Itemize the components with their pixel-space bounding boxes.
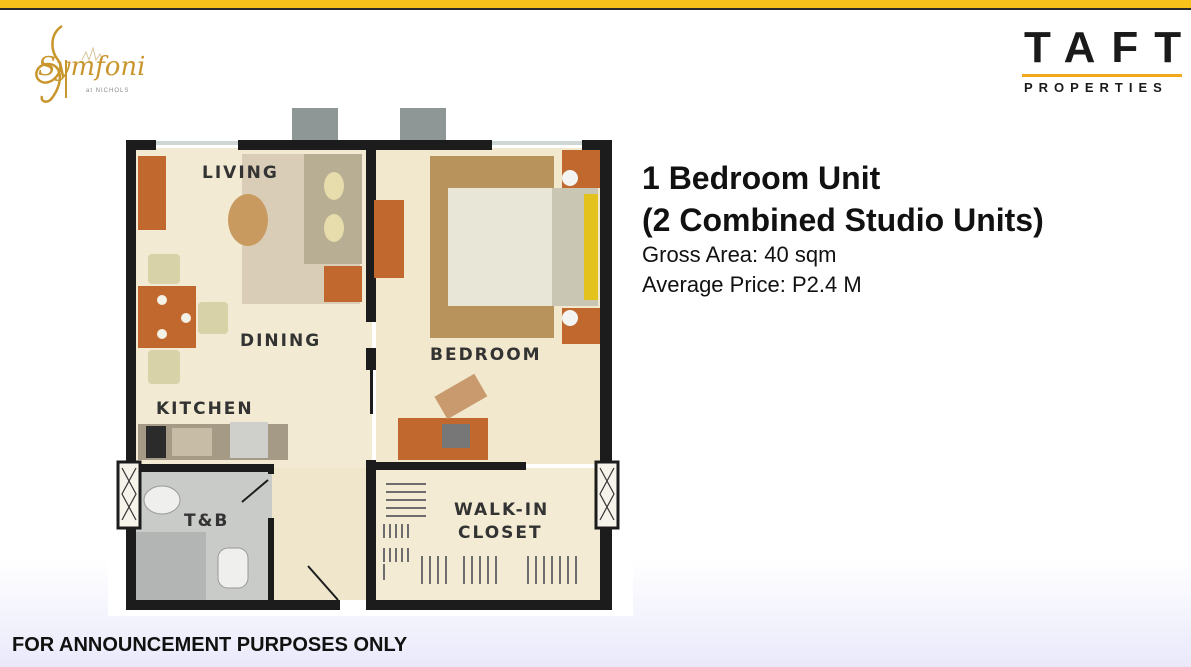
floor-plan: LIVING DINING KITCHEN BEDROOM T&B WALK-I…	[108, 108, 633, 616]
toilet	[217, 547, 249, 589]
label-closet-line2: CLOSET	[458, 523, 543, 543]
window-right	[594, 460, 620, 530]
unit-subtitle: (2 Combined Studio Units)	[642, 202, 1044, 238]
dresser	[374, 200, 404, 278]
label-living: LIVING	[202, 163, 279, 183]
sliding-door	[370, 348, 373, 414]
sink	[143, 485, 181, 515]
taft-underline	[1022, 74, 1182, 77]
label-closet-line1: WALK-IN	[454, 500, 549, 520]
label-kitchen: KITCHEN	[156, 399, 254, 419]
window-left	[116, 460, 142, 530]
average-price: Average Price: P2.4 M	[642, 272, 862, 297]
headboard	[584, 194, 598, 300]
vent-left	[292, 108, 338, 140]
taft-subtitle: PROPERTIES	[1024, 80, 1168, 95]
symfoni-subtitle: at NICHOLS	[86, 88, 130, 94]
stove	[146, 426, 166, 458]
gross-area: Gross Area: 40 sqm	[642, 242, 837, 267]
label-dining: DINING	[240, 331, 321, 351]
end-table	[324, 266, 362, 302]
top-accent-bar	[0, 0, 1191, 10]
vent-right	[400, 108, 446, 140]
dining-chair-right	[198, 302, 228, 334]
hall-floor	[272, 468, 372, 600]
sofa	[304, 154, 362, 264]
desk-chair	[442, 424, 470, 448]
shower-area	[136, 532, 206, 600]
symfoni-logo: Symfoni at NICHOLS	[22, 20, 148, 110]
taft-wordmark: TAFT	[1024, 23, 1191, 72]
label-bedroom: BEDROOM	[430, 345, 542, 365]
label-tb: T&B	[184, 511, 229, 531]
refrigerator	[230, 422, 268, 458]
coffee-table	[228, 194, 268, 246]
announcement-notice: FOR ANNOUNCEMENT PURPOSES ONLY	[12, 634, 408, 656]
side-cabinet	[138, 156, 166, 230]
symfoni-wordmark: Symfoni	[38, 52, 146, 82]
dining-chair-top	[148, 254, 180, 284]
dining-chair-bottom	[148, 350, 180, 384]
unit-title: 1 Bedroom Unit	[642, 160, 881, 196]
